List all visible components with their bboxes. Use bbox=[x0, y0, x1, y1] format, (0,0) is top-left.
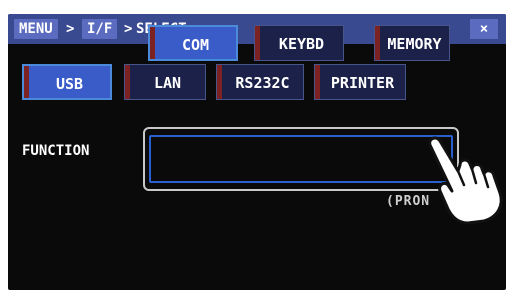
option-keybd[interactable]: KEYBD bbox=[254, 25, 344, 61]
tab-label: LAN bbox=[153, 74, 182, 92]
tab-rs232c[interactable]: RS232C bbox=[216, 64, 304, 100]
breadcrumb-separator: > bbox=[124, 21, 133, 37]
option-com[interactable]: COM bbox=[148, 25, 238, 61]
breadcrumb-separator: > bbox=[66, 21, 75, 37]
option-label: MEMORY bbox=[387, 35, 442, 53]
option-label: KEYBD bbox=[278, 35, 325, 53]
close-button[interactable]: × bbox=[470, 19, 498, 39]
function-label: FUNCTION bbox=[22, 143, 90, 159]
tab-label: RS232C bbox=[235, 74, 290, 92]
function-highlight-frame bbox=[143, 127, 459, 191]
tab-lan[interactable]: LAN bbox=[124, 64, 206, 100]
tab-label: USB bbox=[55, 75, 84, 93]
option-label: COM bbox=[181, 36, 210, 54]
function-options-outline bbox=[149, 135, 453, 183]
tab-usb[interactable]: USB bbox=[22, 64, 112, 100]
tab-printer[interactable]: PRINTER bbox=[314, 64, 406, 100]
option-memory[interactable]: MEMORY bbox=[374, 25, 450, 61]
breadcrumb-menu[interactable]: MENU bbox=[14, 19, 58, 39]
breadcrumb-if[interactable]: I/F bbox=[82, 19, 118, 39]
pointing-hand-icon bbox=[428, 136, 503, 225]
tab-label: PRINTER bbox=[330, 74, 395, 92]
